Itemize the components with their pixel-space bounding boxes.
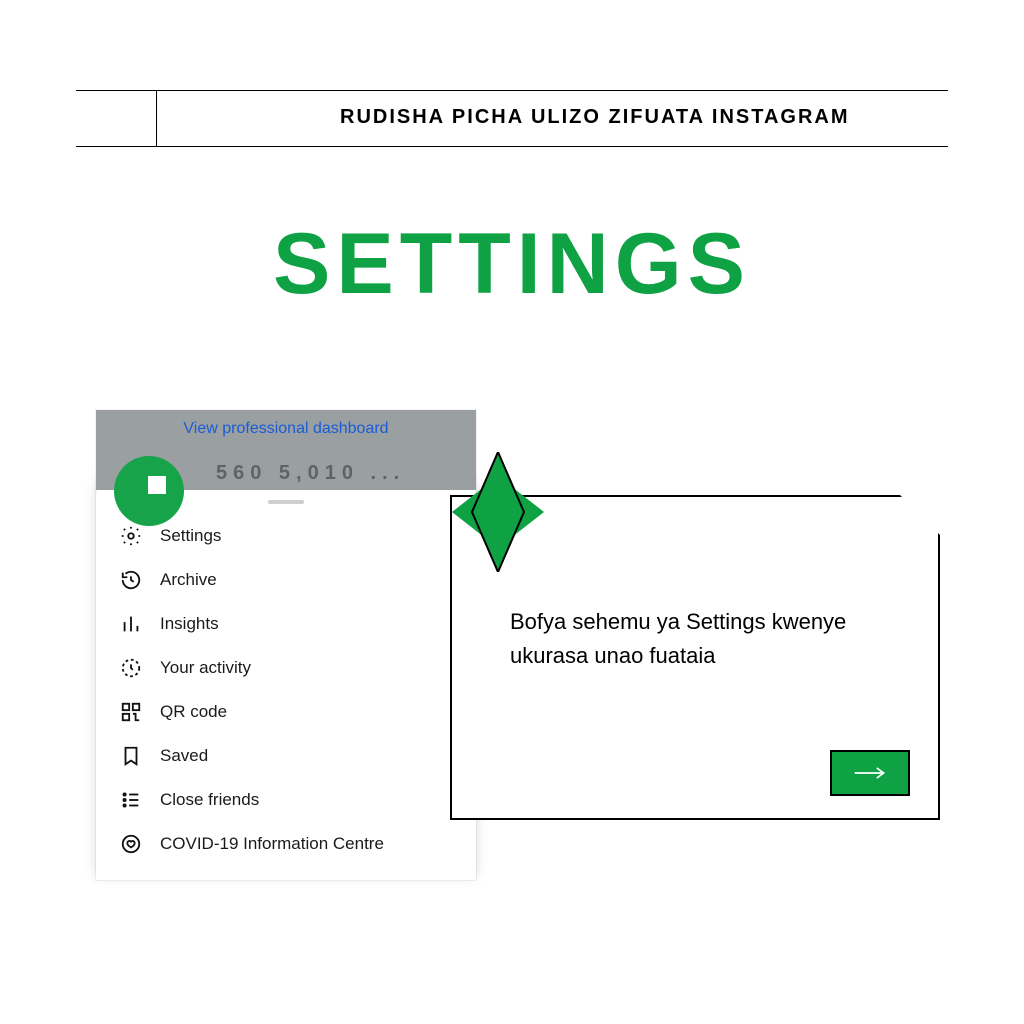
bookmark-icon [120,745,142,767]
menu-item-qr[interactable]: QR code [116,690,456,734]
profile-stats: 560 5,010 ... [216,462,405,485]
menu-label: Archive [160,570,217,590]
callout-text: Bofya sehemu ya Settings kwenye ukurasa … [510,605,858,673]
menu-label: COVID-19 Information Centre [160,834,384,854]
header-rule-top [76,90,948,91]
menu-item-saved[interactable]: Saved [116,734,456,778]
heart-location-icon [120,833,142,855]
settings-icon [120,525,142,547]
menu-label: Settings [160,526,221,546]
dashboard-link[interactable]: View professional dashboard [183,420,388,438]
menu-item-close-friends[interactable]: Close friends [116,778,456,822]
next-button[interactable] [830,750,910,796]
menu-label: Saved [160,746,208,766]
header-divider [156,90,157,146]
menu-label: Close friends [160,790,259,810]
page-title: SETTINGS [0,215,1024,314]
menu-item-insights[interactable]: Insights [116,602,456,646]
avatar [114,456,184,526]
page: RUDISHA PICHA ULIZO ZIFUATA INSTAGRAM SE… [0,0,1024,1024]
bar-chart-icon [120,613,142,635]
arrow-right-icon [853,765,887,781]
activity-icon [120,657,142,679]
phone-profile-header: View professional dashboard 560 5,010 ..… [96,410,476,490]
menu-label: Insights [160,614,219,634]
bottom-sheet: Settings Archive Insights [96,478,476,880]
menu-item-archive[interactable]: Archive [116,558,456,602]
header-rule-bottom [76,146,948,147]
menu-label: Your activity [160,658,251,678]
menu-item-covid[interactable]: COVID-19 Information Centre [116,822,456,866]
diamond-icon [452,452,544,572]
history-icon [120,569,142,591]
sheet-handle[interactable] [268,500,304,504]
list-icon [120,789,142,811]
menu-label: QR code [160,702,227,722]
qr-icon [120,701,142,723]
phone-screenshot: View professional dashboard 560 5,010 ..… [96,410,476,880]
menu-item-activity[interactable]: Your activity [116,646,456,690]
breadcrumb: RUDISHA PICHA ULIZO ZIFUATA INSTAGRAM [340,106,850,129]
